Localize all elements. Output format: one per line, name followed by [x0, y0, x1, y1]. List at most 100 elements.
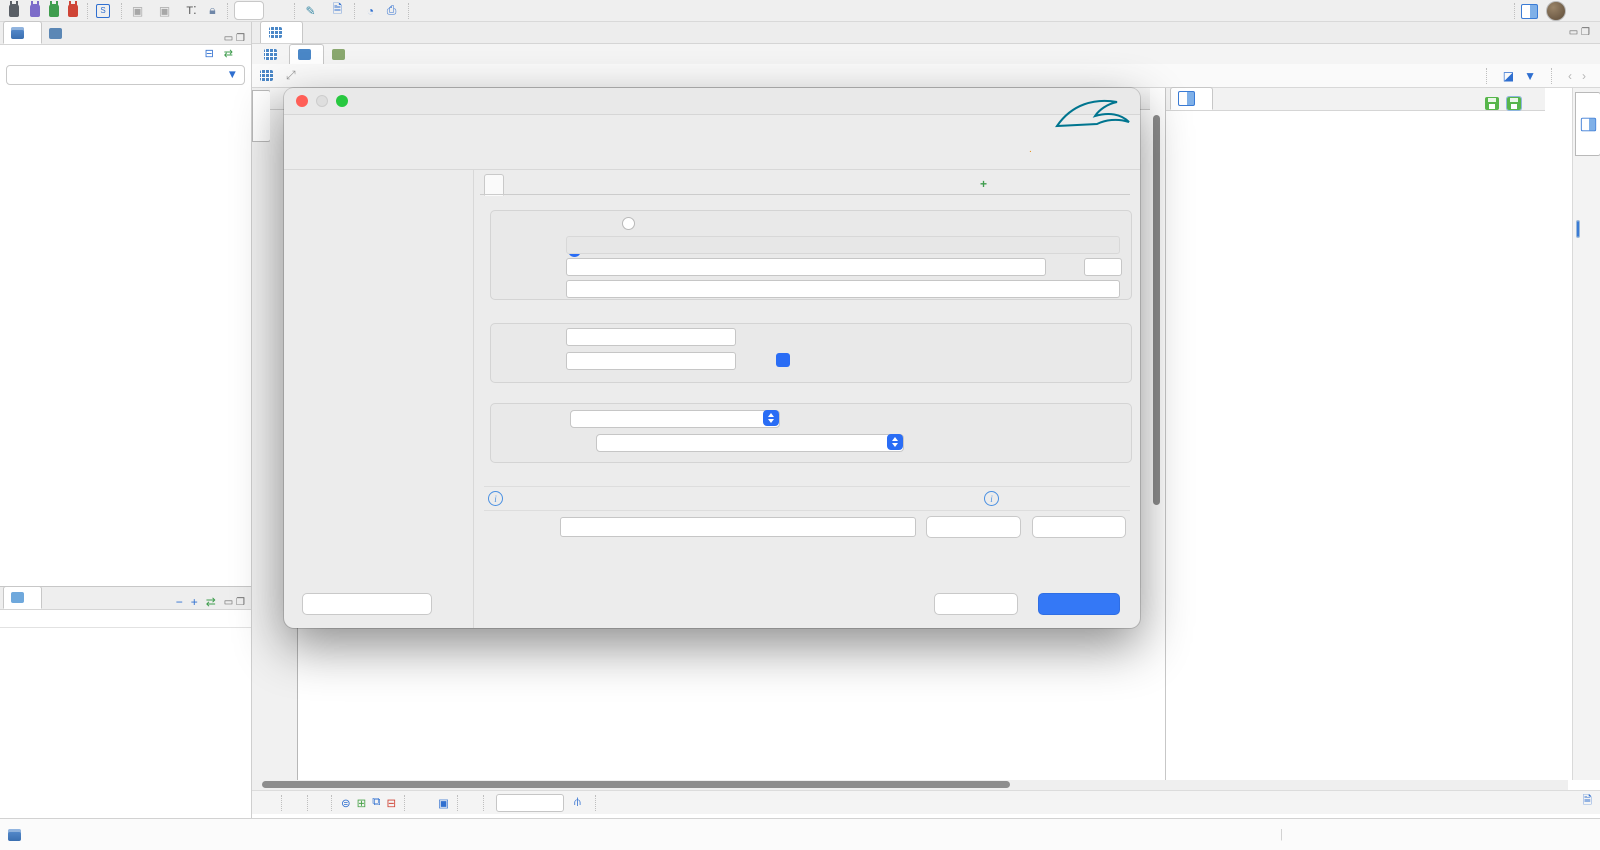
- tab-projects[interactable]: [42, 23, 73, 44]
- save-value-auto-icon[interactable]: [1506, 96, 1522, 111]
- result-doc-icon[interactable]: 🗎: [1583, 793, 1592, 812]
- expand-icon[interactable]: +: [191, 595, 198, 609]
- tab-machineproductiondata[interactable]: [260, 21, 303, 43]
- dialog-titlebar[interactable]: [284, 88, 1140, 115]
- table-icon: [269, 27, 282, 38]
- editor-subtabs: [252, 43, 1600, 65]
- zoom-traffic-light[interactable]: [336, 95, 348, 107]
- tab-project-general[interactable]: [3, 586, 42, 609]
- connect-plug-icon[interactable]: [6, 1, 21, 18]
- collapse-icon[interactable]: −: [176, 595, 183, 609]
- disconnect-plug-icon[interactable]: [65, 1, 80, 18]
- fetch-more-icon[interactable]: ⫛: [574, 796, 581, 809]
- table-icon: [260, 70, 273, 81]
- server-time-zone-select[interactable]: [570, 410, 780, 428]
- link-editor-icon[interactable]: ⇄: [224, 47, 233, 60]
- filter-history-forward-icon[interactable]: ›: [1582, 69, 1586, 83]
- status-bar: |: [0, 818, 1600, 850]
- cancel-button[interactable]: [934, 593, 1018, 615]
- erase-filter-icon[interactable]: ◪: [1503, 69, 1514, 83]
- transaction-icon[interactable]: T⁚: [184, 3, 199, 18]
- database-navigator-icon: [11, 26, 24, 39]
- projects-icon: [49, 28, 62, 39]
- project-tabbar: − + ⇄ ▭ ❐: [0, 586, 251, 610]
- url-radio[interactable]: [622, 217, 635, 230]
- value-view-panel-icon[interactable]: [1576, 220, 1580, 238]
- delete-row-icon[interactable]: ⊟: [387, 796, 397, 810]
- tab-grid-view[interactable]: [252, 90, 271, 142]
- expand-filter-icon[interactable]: ⤢: [286, 68, 296, 83]
- client-stepper-icon[interactable]: [887, 434, 903, 450]
- minimize-traffic-light[interactable]: [316, 95, 328, 107]
- minmax-icons[interactable]: ▭ ❐: [224, 597, 245, 608]
- tab-ssh[interactable]: [524, 174, 544, 196]
- tab-text-view[interactable]: [252, 144, 269, 190]
- save-value-icon[interactable]: [1485, 97, 1499, 110]
- close-traffic-light[interactable]: [296, 95, 308, 107]
- sql-editor-icon[interactable]: S: [96, 3, 110, 18]
- fetch-size-input[interactable]: [496, 793, 565, 812]
- global-search-icon[interactable]: [1492, 4, 1507, 19]
- tab-panels[interactable]: [1575, 92, 1600, 156]
- panel-minmax-icons[interactable]: ▭ ❐: [224, 33, 245, 44]
- tab-value[interactable]: [1170, 87, 1213, 110]
- edit-value-icon[interactable]: ⊜: [341, 796, 351, 810]
- vertical-scrollbar-thumb[interactable]: [1153, 115, 1160, 505]
- sql-filter-bar: ⤢ ◪ ▼ ‹ ›: [252, 64, 1600, 88]
- user-avatar[interactable]: [1546, 1, 1566, 21]
- test-connection-button[interactable]: [302, 593, 432, 615]
- data-icon: [298, 48, 311, 60]
- tab-database-navigator[interactable]: [3, 21, 42, 44]
- horizontal-scrollbar-thumb[interactable]: [262, 781, 1010, 788]
- server-host-field[interactable]: [566, 258, 1046, 276]
- tab-properties[interactable]: [256, 45, 289, 64]
- dialog-settings-tree: [284, 170, 474, 628]
- info-icon: i: [488, 491, 503, 506]
- ok-button[interactable]: [1038, 593, 1120, 615]
- connection-pen-icon: ✎: [305, 3, 316, 18]
- focus-cell-icon[interactable]: ▣: [438, 796, 449, 810]
- local-client-select[interactable]: [596, 434, 904, 452]
- collapse-all-icon[interactable]: ⊟: [205, 47, 214, 60]
- history-clock-icon[interactable]: [270, 3, 285, 18]
- editor-minmax-icons[interactable]: ▭ ❐: [1569, 27, 1590, 38]
- network-configurations-button[interactable]: +: [980, 177, 991, 191]
- filter-funnel-icon[interactable]: ▼: [227, 69, 238, 81]
- dashboard-gauge-icon[interactable]: ◔: [363, 3, 378, 18]
- tab-ssl[interactable]: [544, 174, 564, 196]
- value-content[interactable]: [1166, 111, 1545, 123]
- tab-driver-properties[interactable]: [504, 174, 524, 196]
- database-field[interactable]: [566, 280, 1120, 298]
- save-filter-funnel-icon[interactable]: ▼: [1524, 69, 1536, 83]
- username-field[interactable]: [566, 328, 736, 346]
- navigator-filter-input[interactable]: ▼: [6, 65, 245, 85]
- driver-settings-button[interactable]: [926, 516, 1021, 538]
- search-db-icon[interactable]: [417, 3, 432, 18]
- add-row-icon[interactable]: ⊞: [357, 796, 367, 810]
- reconnect-plug-icon[interactable]: [46, 1, 61, 18]
- driver-license-button[interactable]: [1032, 516, 1126, 538]
- port-field[interactable]: [1084, 258, 1122, 276]
- commit-mode-select[interactable]: [234, 1, 264, 20]
- tab-main[interactable]: [484, 174, 504, 196]
- export-tool-icon[interactable]: ⎙: [384, 3, 399, 18]
- tab-data[interactable]: [289, 43, 324, 65]
- database-doc-icon: 🗎: [332, 2, 343, 16]
- project-panel: − + ⇄ ▭ ❐: [0, 586, 252, 818]
- tab-diagram[interactable]: [324, 45, 357, 64]
- editor-tabbar: ▭ ❐: [252, 21, 1600, 44]
- filter-history-back-icon[interactable]: ‹: [1568, 69, 1572, 83]
- tz-stepper-icon[interactable]: [763, 410, 779, 426]
- url-field: [566, 236, 1120, 254]
- project-icon: [11, 592, 24, 603]
- connection-configuration-dialog: . + i i: [284, 88, 1140, 628]
- perspective-icon[interactable]: [1521, 3, 1538, 19]
- lock-icon[interactable]: 🔒︎: [205, 3, 220, 18]
- value-panel: [1165, 87, 1545, 780]
- link-icon[interactable]: ⇄: [206, 595, 216, 609]
- save-password-checkbox[interactable]: [776, 353, 790, 367]
- duplicate-row-icon[interactable]: ⧉: [372, 796, 380, 809]
- plug-blue-icon[interactable]: [27, 1, 42, 18]
- password-field[interactable]: [566, 352, 736, 370]
- rollback-icon: ▣: [158, 3, 171, 18]
